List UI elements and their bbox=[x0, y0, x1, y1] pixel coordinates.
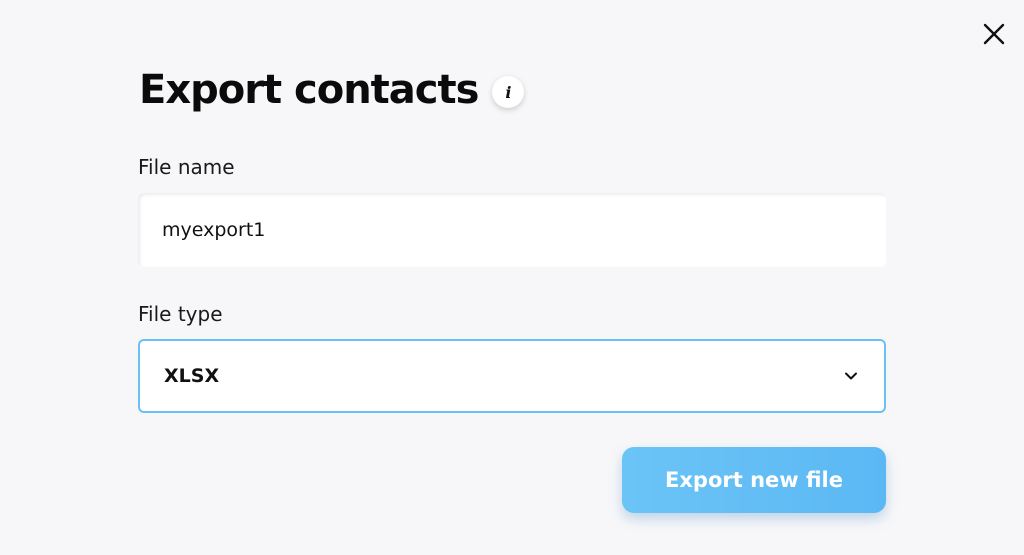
file-name-input[interactable] bbox=[138, 193, 886, 267]
export-new-file-button[interactable]: Export new file bbox=[622, 447, 886, 513]
info-button[interactable]: i bbox=[492, 76, 525, 108]
file-type-select[interactable]: XLSX bbox=[138, 339, 886, 413]
info-icon: i bbox=[505, 82, 512, 102]
file-name-label: File name bbox=[138, 155, 235, 179]
chevron-down-icon bbox=[842, 367, 860, 385]
file-type-label: File type bbox=[138, 302, 223, 326]
close-icon bbox=[983, 23, 1005, 45]
dialog-title: Export contacts bbox=[139, 67, 479, 113]
file-type-selected-value: XLSX bbox=[164, 365, 220, 387]
close-button[interactable] bbox=[978, 18, 1010, 50]
export-contacts-dialog: Export contacts i File name File type XL… bbox=[0, 0, 1024, 555]
title-row: Export contacts i bbox=[139, 62, 525, 118]
